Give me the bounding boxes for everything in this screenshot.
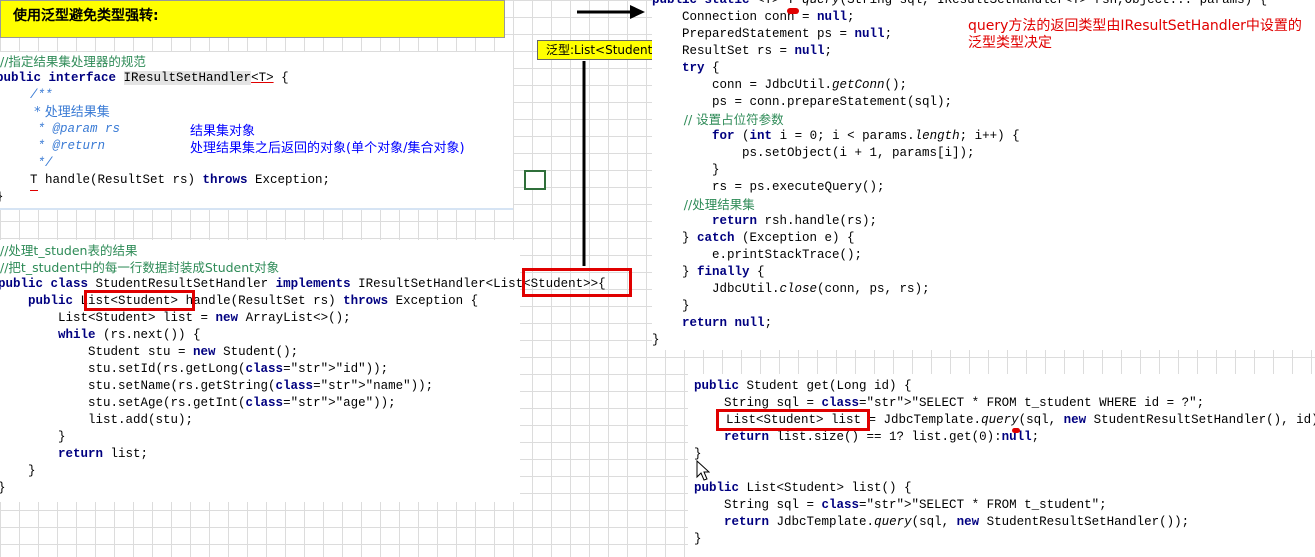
impl-line-while: while (rs.next()) { (58, 328, 201, 342)
impl-comment-1: //处理t_studen表的结果 (0, 243, 138, 258)
query-line-conn: Connection conn = null; (652, 10, 855, 24)
interface-decl-keyword: public interface (0, 71, 124, 85)
query-line-try: try { (682, 61, 720, 75)
dao-get-query-expression: = JdbcTemplate.query(sql, new StudentRes… (861, 413, 1315, 427)
highlight-handle-return-type (84, 290, 195, 311)
query-line-method-close: } (652, 333, 660, 347)
impl-handle-modifier: public (28, 294, 74, 308)
interface-generic-param: <T> (251, 71, 274, 85)
arrow-to-query-head (630, 5, 645, 19)
query-return-type-mark (787, 8, 799, 14)
impl-line-return: return list; (58, 447, 149, 461)
impl-handle-params: handle(ResultSet rs) throws Exception { (178, 294, 479, 308)
impl-comment-2: //把t_student中的每一行数据封装成Student对象 (0, 260, 280, 275)
query-signature: public static <T> T query(String sql, IR… (652, 0, 1268, 7)
query-line-getconn: conn = JdbcUtil.getConn(); (652, 78, 908, 92)
query-return-annotation: query方法的返回类型由IResultSetHandler中设置的泛型类型决定 (968, 18, 1302, 51)
javadoc-return: * @return (30, 139, 106, 153)
interface-panel-bottom-border (0, 208, 513, 210)
impl-handle-signature: public List<Student> handle(ResultSet rs… (0, 293, 478, 310)
interface-close-brace: } (0, 189, 4, 206)
title-banner-text: 使用泛型避免类型强转: (13, 8, 159, 24)
impl-line-set-age: stu.setAge(rs.getInt(class="str">"age"))… (0, 396, 396, 410)
dao-list-signature: public List<Student> list() { (694, 481, 912, 495)
javadoc-summary: * 处理结果集 (30, 105, 110, 120)
impl-class-decl-text: public class StudentResultSetHandler imp… (0, 277, 486, 291)
title-banner: 使用泛型避免类型强转: (0, 0, 505, 38)
impl-line-class-close: } (0, 480, 6, 497)
interface-decl-tail: { (273, 71, 289, 85)
highlight-dao-list-variable (716, 409, 870, 431)
dao-get-signature: public Student get(Long id) { (694, 379, 912, 393)
query-line-prepare: ps = conn.prepareStatement(sql); (652, 95, 953, 109)
query-line-printstack: e.printStackTrace(); (652, 248, 863, 262)
impl-line-set-name: stu.setName(rs.getString(class="str">"na… (0, 379, 434, 393)
query-line-ps: PreparedStatement ps = null; (652, 27, 893, 41)
query-comment-params: // 设置占位符参数 (652, 112, 784, 127)
dao-get-return: return list.size() == 1? list.get(0):nul… (724, 430, 1040, 444)
javadoc-close: */ (30, 156, 53, 170)
query-comment-handle: //处理结果集 (652, 197, 755, 212)
query-line-close: JdbcUtil.close(conn, ps, rs); (652, 282, 930, 296)
query-line-setobject: ps.setObject(i + 1, params[i]); (652, 146, 975, 160)
query-line-finally-close: } (652, 299, 690, 313)
mouse-cursor-icon (696, 460, 710, 481)
javadoc-param: * @param rs (30, 122, 121, 136)
impl-line-while-close: } (0, 430, 66, 444)
dao-query-mark (1012, 428, 1020, 433)
javadoc-open: /** (30, 88, 53, 102)
interface-method-signature: T handle(ResultSet rs) throws Exception; (30, 173, 331, 187)
highlight-impl-generic (522, 268, 632, 297)
query-line-finally: } finally { (652, 265, 765, 279)
dao-list-sql: String sql = class="str">"SELECT * FROM … (694, 498, 1107, 512)
generic-type-label: 泛型:List<Student> (537, 40, 667, 60)
annotation-return-object: 处理结果集之后返回的对象(单个对象/集合对象) (190, 141, 465, 156)
query-line-return-handle: return rsh.handle(rs); (712, 214, 878, 228)
impl-line-list-init: List<Student> list = new ArrayList<>(); (0, 311, 351, 325)
impl-line-set-id: stu.setId(rs.getLong(class="str">"id")); (0, 362, 389, 376)
dao-list-close: } (694, 532, 702, 546)
query-line-return-null: return null; (682, 316, 773, 330)
impl-line-method-close: } (0, 464, 36, 478)
query-line-rs: ResultSet rs = null; (652, 44, 833, 58)
dao-list-return: return JdbcTemplate.query(sql, new Stude… (724, 515, 1190, 529)
interface-comment: //指定结果集处理器的规范 (0, 54, 146, 69)
query-line-for: for (int i = 0; i < params.length; i++) … (712, 129, 1020, 143)
interface-declaration: public interface IResultSetHandler<T> { (0, 70, 289, 87)
impl-line-list-add: list.add(stu); (0, 413, 194, 427)
method-return-underline (30, 190, 38, 191)
selection-handle-square (524, 170, 546, 190)
query-line-execute: rs = ps.executeQuery(); (652, 180, 885, 194)
interface-name: IResultSetHandler (123, 71, 252, 85)
query-line-for-close: } (652, 163, 720, 177)
query-line-catch: } catch (Exception e) { (652, 231, 855, 245)
impl-line-new-student: Student stu = new Student(); (0, 345, 299, 359)
